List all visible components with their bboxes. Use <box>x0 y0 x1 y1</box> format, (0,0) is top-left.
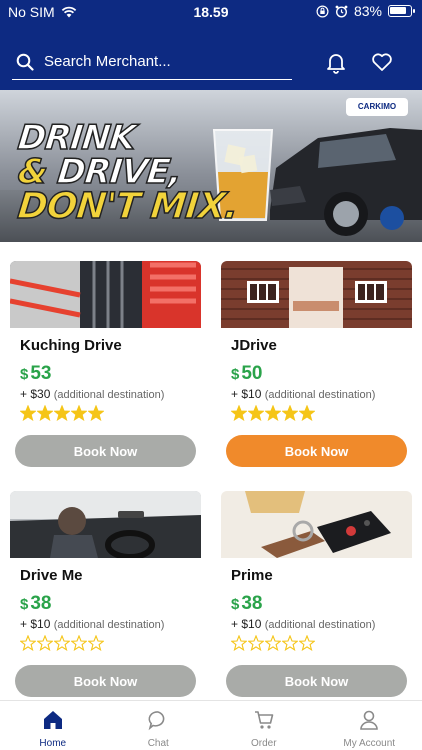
price-line: $ 53 <box>20 363 51 385</box>
extra-fee: + $10 (additional destination) <box>231 387 375 401</box>
star-filled-icon <box>88 405 104 421</box>
book-now-button[interactable]: Book Now <box>226 435 407 467</box>
extra-fee-note: (additional destination) <box>264 619 376 631</box>
rating-stars <box>20 635 104 651</box>
book-now-button[interactable]: Book Now <box>15 665 196 697</box>
nav-item-chat[interactable]: Chat <box>106 701 212 750</box>
bell-icon[interactable] <box>324 50 348 74</box>
currency-symbol: $ <box>20 596 29 613</box>
battery-level <box>390 7 406 14</box>
star-empty-icon <box>20 635 36 651</box>
extra-fee: + $10 (additional destination) <box>20 617 164 631</box>
nav-label: Home <box>39 738 67 749</box>
user-icon <box>360 710 379 730</box>
extra-fee: + $30 (additional destination) <box>20 387 164 401</box>
merchant-price: 50 <box>241 363 263 384</box>
nav-label: Order <box>250 738 277 749</box>
alarm-icon <box>335 5 348 18</box>
brand-logo: CARKIMO <box>346 98 408 116</box>
star-filled-icon <box>20 405 36 421</box>
merchant-image <box>10 261 201 328</box>
book-now-button[interactable]: Book Now <box>226 665 407 697</box>
price-line: $ 50 <box>231 363 262 385</box>
nav-item-order[interactable]: Order <box>211 701 317 750</box>
extra-fee: + $10 (additional destination) <box>231 617 375 631</box>
search-icon <box>16 53 34 71</box>
rating-stars <box>231 405 315 421</box>
star-empty-icon <box>248 635 264 651</box>
star-filled-icon <box>37 405 53 421</box>
merchant-name: Prime <box>231 567 273 584</box>
cart-icon <box>254 711 274 729</box>
star-empty-icon <box>282 635 298 651</box>
extra-fee-note: (additional destination) <box>53 619 165 631</box>
battery-icon <box>388 5 415 17</box>
home-icon <box>43 711 62 729</box>
chat-icon <box>148 711 165 731</box>
star-empty-icon <box>299 635 315 651</box>
nav-label: Chat <box>147 738 169 749</box>
merchant-image <box>221 261 412 328</box>
star-empty-icon <box>37 635 53 651</box>
extra-fee-note: (additional destination) <box>53 389 165 401</box>
star-filled-icon <box>299 405 315 421</box>
extra-fee-amount: + $10 <box>231 387 262 401</box>
star-filled-icon <box>282 405 298 421</box>
star-empty-icon <box>71 635 87 651</box>
star-filled-icon <box>71 405 87 421</box>
star-empty-icon <box>88 635 104 651</box>
star-empty-icon <box>54 635 70 651</box>
extra-fee-amount: + $10 <box>231 617 262 631</box>
merchant-name: Drive Me <box>20 567 83 584</box>
merchant-name: JDrive <box>231 337 277 354</box>
currency-symbol: $ <box>231 596 240 613</box>
orientation-lock-icon <box>316 4 329 18</box>
heart-icon[interactable] <box>370 50 394 74</box>
nav-item-home[interactable]: Home <box>0 701 106 750</box>
merchant-image <box>10 491 201 558</box>
banner-line-3: DON'T MIX. <box>15 185 240 228</box>
star-filled-icon <box>231 405 247 421</box>
merchant-card[interactable]: Drive Me $ 38 + $10 (additional destinat… <box>10 491 201 697</box>
extra-fee-note: (additional destination) <box>264 389 376 401</box>
rating-stars <box>20 405 104 421</box>
book-now-button[interactable]: Book Now <box>15 435 196 467</box>
extra-fee-amount: + $30 <box>20 387 51 401</box>
merchant-price: 53 <box>30 363 52 384</box>
nav-label: My Account <box>343 738 396 749</box>
nav-item-account[interactable]: My Account <box>317 701 422 750</box>
star-filled-icon <box>54 405 70 421</box>
promo-banner[interactable]: CARKIMO DRINK & DRIVE, DON'T MIX. <box>0 90 422 242</box>
currency-symbol: $ <box>231 366 240 383</box>
merchant-card[interactable]: JDrive $ 50 + $10 (additional destinatio… <box>221 261 412 467</box>
merchant-price: 38 <box>30 593 52 614</box>
app-header: No SIM 18.59 83% <box>0 0 422 90</box>
price-line: $ 38 <box>231 593 262 615</box>
merchant-image <box>221 491 412 558</box>
merchant-card[interactable]: Prime $ 38 + $10 (additional destination… <box>221 491 412 697</box>
currency-symbol: $ <box>20 366 29 383</box>
rating-stars <box>231 635 315 651</box>
star-empty-icon <box>231 635 247 651</box>
star-filled-icon <box>265 405 281 421</box>
star-filled-icon <box>248 405 264 421</box>
search-input[interactable] <box>44 53 274 70</box>
merchant-name: Kuching Drive <box>20 337 122 354</box>
search-bar[interactable] <box>12 44 292 80</box>
price-line: $ 38 <box>20 593 51 615</box>
merchant-price: 38 <box>241 593 263 614</box>
battery-percent: 83% <box>353 3 382 19</box>
extra-fee-amount: + $10 <box>20 617 51 631</box>
star-empty-icon <box>265 635 281 651</box>
status-bar: No SIM 18.59 83% <box>0 0 422 24</box>
bottom-nav: Home Chat Order My Account <box>0 700 422 750</box>
merchant-card[interactable]: Kuching Drive $ 53 + $30 (additional des… <box>10 261 201 467</box>
